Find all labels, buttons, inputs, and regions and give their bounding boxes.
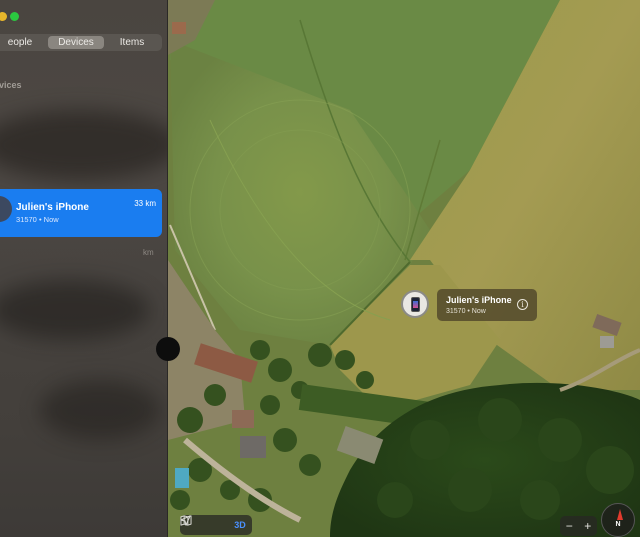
section-header: evices <box>0 80 22 90</box>
map-mode-bar: 3D <box>180 515 252 535</box>
device-map-pin[interactable] <box>401 290 429 318</box>
zoom-window-button[interactable] <box>10 12 19 21</box>
minimize-window-button[interactable] <box>0 12 7 21</box>
background-smudge <box>0 110 167 180</box>
map-icon[interactable] <box>180 515 228 535</box>
zoom-control: − + <box>560 516 597 536</box>
tab-devices[interactable]: Devices <box>48 36 104 49</box>
compass-north-label: N <box>615 521 621 528</box>
compass-icon[interactable]: N <box>601 503 635 537</box>
zoom-in-button[interactable]: + <box>579 516 598 536</box>
3d-toggle-button[interactable]: 3D <box>228 515 252 535</box>
category-segmented-control: eople Devices Items <box>0 34 162 51</box>
compass-needle <box>617 509 623 520</box>
device-subtitle: 31570 • Now <box>16 215 59 224</box>
tab-items[interactable]: Items <box>104 36 160 49</box>
iphone-icon <box>410 296 420 312</box>
device-distance: 33 km <box>134 199 156 208</box>
zoom-out-button[interactable]: − <box>560 516 579 536</box>
device-name: Julien's iPhone <box>16 202 89 213</box>
device-callout[interactable]: Julien's iPhone 31570 • Now i <box>437 289 537 321</box>
background-smudge <box>0 280 150 340</box>
device-avatar <box>0 196 12 222</box>
device-list-item[interactable]: Julien's iPhone 31570 • Now 33 km <box>0 189 162 237</box>
sidebar: eople Devices Items evices Julien's iPho… <box>0 0 168 537</box>
callout-device-name: Julien's iPhone <box>446 295 512 305</box>
tab-people[interactable]: eople <box>0 36 48 49</box>
callout-device-subtitle: 31570 • Now <box>446 308 486 315</box>
info-icon[interactable]: i <box>517 299 528 310</box>
device-distance[interactable]: km <box>143 248 154 257</box>
background-smudge <box>40 380 160 440</box>
sidebar-collapse-handle[interactable] <box>156 337 180 361</box>
